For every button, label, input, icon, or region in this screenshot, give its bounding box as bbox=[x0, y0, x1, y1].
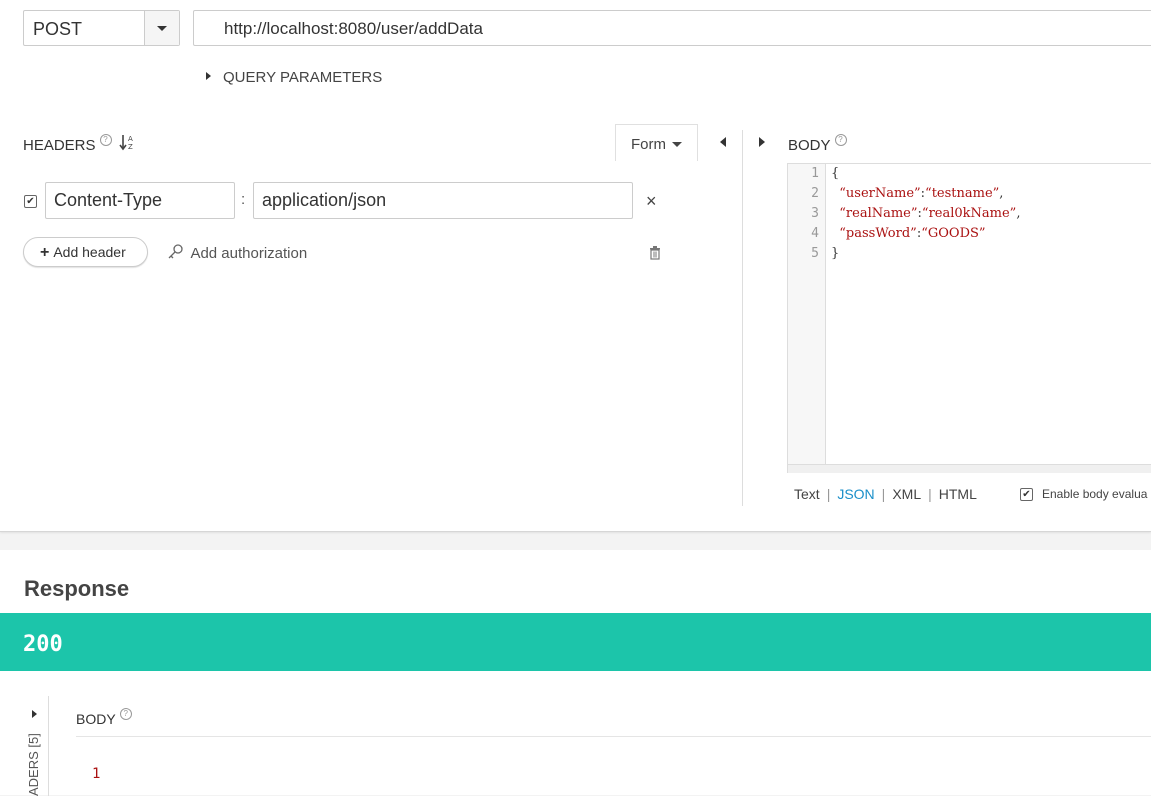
query-parameters-toggle[interactable]: QUERY PARAMETERS bbox=[206, 69, 382, 86]
response-body-title: BODY bbox=[76, 711, 116, 727]
help-icon[interactable]: ? bbox=[834, 134, 847, 146]
response-body-section-title: BODY? bbox=[76, 708, 132, 727]
caret-down-icon bbox=[672, 142, 682, 147]
line-number: 4 bbox=[811, 226, 819, 241]
code-line: { bbox=[831, 166, 840, 181]
expand-headers-icon[interactable] bbox=[32, 710, 37, 718]
add-authorization-link[interactable]: Add authorization bbox=[168, 244, 307, 263]
format-tab-html[interactable]: HTML bbox=[939, 486, 977, 502]
method-select[interactable]: POST bbox=[23, 10, 180, 46]
line-number: 1 bbox=[811, 166, 819, 181]
help-icon[interactable]: ? bbox=[99, 134, 112, 146]
code-line: } bbox=[831, 246, 840, 261]
response-body-line-number: 1 bbox=[92, 766, 101, 782]
caret-right-icon bbox=[206, 72, 211, 80]
code-line: “realName”:“real0kName”, bbox=[839, 206, 1021, 221]
remove-header-icon[interactable]: × bbox=[646, 191, 657, 212]
add-header-label: Add header bbox=[53, 244, 126, 260]
form-mode-button[interactable]: Form bbox=[615, 124, 698, 161]
url-input[interactable]: http://localhost:8080/user/addData bbox=[193, 10, 1151, 46]
response-side-divider bbox=[48, 696, 49, 796]
add-authorization-label: Add authorization bbox=[190, 245, 308, 262]
method-dropdown-toggle[interactable] bbox=[144, 11, 179, 45]
line-number: 3 bbox=[811, 206, 819, 221]
sort-icon[interactable]: A Z bbox=[119, 133, 137, 151]
key-icon bbox=[168, 244, 183, 259]
response-title: Response bbox=[24, 576, 130, 601]
request-panel: POST http://localhost:8080/user/addData … bbox=[0, 0, 1151, 532]
line-number: 5 bbox=[811, 246, 819, 261]
code-area[interactable]: { “userName”:“testname”, “realName”:“rea… bbox=[826, 164, 1151, 464]
caret-down-icon bbox=[157, 26, 167, 31]
headers-title: HEADERS bbox=[23, 137, 96, 154]
body-format-tabs: Text | JSON | XML | HTML bbox=[794, 486, 977, 502]
expand-right-icon[interactable] bbox=[759, 137, 765, 147]
line-number: 2 bbox=[811, 186, 819, 201]
body-section-title: BODY? bbox=[788, 134, 847, 154]
trash-icon[interactable] bbox=[649, 246, 661, 260]
help-icon[interactable]: ? bbox=[119, 708, 132, 720]
collapse-left-icon[interactable] bbox=[720, 137, 726, 147]
format-tab-xml[interactable]: XML bbox=[892, 486, 921, 502]
panel-divider bbox=[742, 130, 743, 506]
form-mode-label: Form bbox=[631, 136, 666, 153]
header-separator: : bbox=[241, 191, 246, 208]
query-parameters-label: QUERY PARAMETERS bbox=[223, 69, 383, 86]
status-bar: 200 bbox=[0, 613, 1151, 671]
code-line: “userName”:“testname”, bbox=[839, 186, 1004, 201]
format-tab-json[interactable]: JSON bbox=[837, 486, 874, 502]
response-body-divider bbox=[76, 736, 1151, 737]
status-code: 200 bbox=[23, 632, 63, 657]
enable-body-eval-label: Enable body evalua bbox=[1042, 487, 1148, 501]
body-editor[interactable]: 1 2 3 4 5 { “userName”:“testname”, “real… bbox=[787, 163, 1151, 473]
line-number-gutter: 1 2 3 4 5 bbox=[788, 164, 826, 464]
plus-icon: + bbox=[40, 244, 50, 261]
enable-body-eval-checkbox[interactable]: ✔ bbox=[1020, 488, 1033, 501]
header-value-input[interactable]: application/json bbox=[253, 182, 633, 219]
response-headers-tab[interactable]: ADERS [5] bbox=[26, 733, 41, 796]
add-header-button[interactable]: + Add header bbox=[23, 237, 148, 267]
response-panel bbox=[0, 550, 1151, 795]
svg-text:Z: Z bbox=[128, 143, 133, 151]
header-enabled-checkbox[interactable]: ✔ bbox=[24, 195, 37, 208]
headers-section-title: HEADERS? bbox=[23, 134, 112, 154]
code-line: “passWord”:“GOODS” bbox=[839, 226, 986, 241]
body-title: BODY bbox=[788, 137, 831, 154]
format-tab-text[interactable]: Text bbox=[794, 486, 820, 502]
method-label: POST bbox=[33, 19, 83, 39]
editor-scrollbar[interactable] bbox=[788, 464, 1151, 473]
header-key-input[interactable]: Content-Type bbox=[45, 182, 235, 219]
svg-text:A: A bbox=[128, 135, 133, 143]
